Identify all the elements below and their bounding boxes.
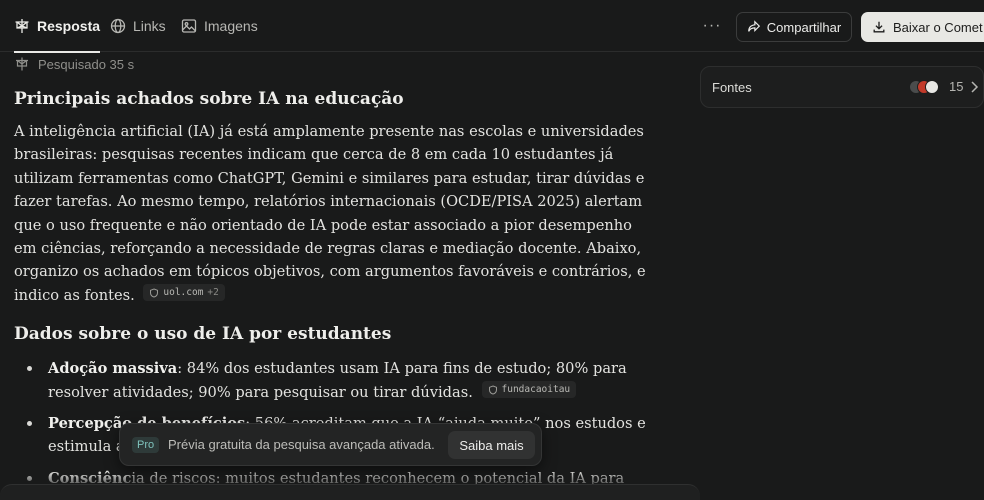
section-heading: Dados sobre o uso de IA por estudantes — [14, 324, 392, 345]
citation-more: +2 — [207, 287, 219, 299]
status-text: Pesquisado 35 s — [38, 56, 135, 72]
download-label: Baixar o Comet — [893, 19, 983, 35]
perplexity-logo-icon — [15, 19, 29, 33]
more-dots-icon[interactable]: ··· — [700, 16, 724, 36]
learn-more-button[interactable]: Saiba mais — [448, 431, 535, 459]
citation-label: uol.com — [163, 287, 204, 299]
top-bar: Resposta Links Imagens ··· Compartilhar … — [0, 0, 984, 53]
sources-label: Fontes — [712, 79, 752, 95]
shield-icon — [150, 288, 159, 298]
pro-badge: Pro — [132, 437, 160, 453]
share-button[interactable]: Compartilhar — [736, 12, 852, 42]
share-label: Compartilhar — [766, 19, 842, 35]
tab-imagens[interactable]: Imagens — [181, 0, 258, 52]
item-title: Adoção massiva — [48, 360, 178, 378]
citation-chip[interactable]: uol.com +2 — [143, 284, 225, 302]
download-icon — [873, 21, 885, 33]
tab-label: Links — [133, 18, 166, 34]
fundacao-favicon-icon — [925, 80, 939, 94]
tab-label: Resposta — [37, 18, 101, 34]
tab-links[interactable]: Links — [110, 0, 166, 52]
share-icon — [747, 20, 760, 32]
search-status: Pesquisado 35 s — [14, 56, 134, 72]
pro-preview-toast: Pro Prévia gratuita da pesquisa avançada… — [119, 423, 542, 466]
intro-paragraph: A inteligência artificial (IA) já está a… — [14, 120, 654, 307]
sources-count: 15 — [949, 79, 964, 94]
sources-panel[interactable]: Fontes 15 — [700, 66, 984, 108]
tab-label: Imagens — [204, 18, 258, 34]
section-heading: Principais achados sobre IA na educação — [14, 89, 404, 109]
shield-icon — [488, 385, 497, 395]
image-icon — [181, 19, 197, 33]
follow-up-input[interactable] — [0, 484, 700, 500]
download-comet-button[interactable]: Baixar o Comet — [861, 12, 984, 42]
citation-chip[interactable]: fundacaoitau — [481, 381, 577, 399]
paragraph-text: A inteligência artificial (IA) já está a… — [14, 123, 646, 304]
source-favicons — [909, 79, 947, 95]
toast-message: Prévia gratuita da pesquisa avançada ati… — [168, 437, 435, 452]
perplexity-logo-icon — [16, 57, 28, 71]
list-item: Adoção massiva: 84% dos estudantes usam … — [14, 357, 654, 404]
tab-resposta[interactable]: Resposta — [14, 0, 101, 53]
globe-icon — [110, 18, 126, 34]
citation-label: fundacaoitau — [501, 383, 571, 395]
chevron-right-icon — [971, 81, 979, 93]
